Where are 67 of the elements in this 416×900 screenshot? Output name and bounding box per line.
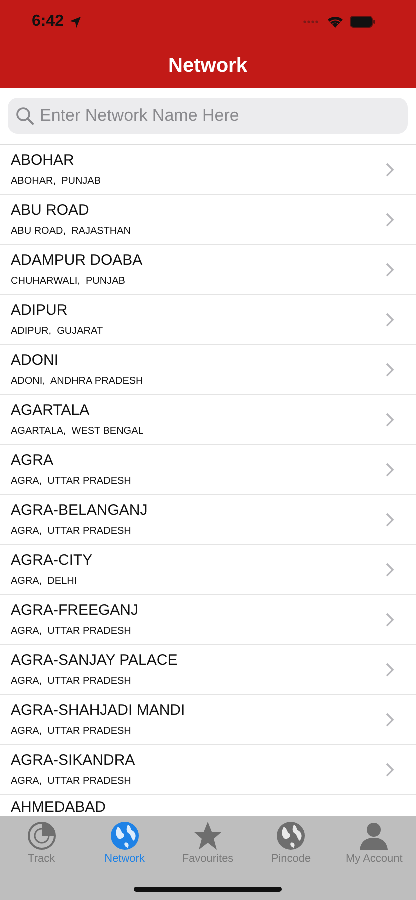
search-icon — [16, 107, 34, 125]
network-location: AGRA, UTTAR PRADESH — [11, 526, 132, 537]
network-name: ADIPUR — [11, 302, 69, 319]
location-arrow-icon — [70, 16, 82, 28]
network-row[interactable]: ABU ROAD ABU ROAD, RAJASTHAN — [0, 195, 416, 245]
network-name: AGRA-CITY — [11, 552, 94, 569]
network-name: AHMEDABAD — [11, 799, 108, 816]
chevron-icon — [386, 212, 394, 226]
network-row[interactable]: AGRA-SIKANDRA AGRA, UTTAR PRADESH — [0, 745, 416, 795]
radar-icon — [26, 821, 57, 851]
network-location: AGRA, DELHI — [11, 576, 78, 587]
network-name: ADAMPUR DOABA — [11, 252, 144, 269]
network-row[interactable]: AGRA-FREEGANJ AGRA, UTTAR PRADESH — [0, 595, 416, 645]
network-location: AGRA, UTTAR PRADESH — [11, 476, 132, 487]
chevron-icon — [386, 712, 394, 726]
globe-icon — [276, 821, 306, 851]
network-location: AGRA, UTTAR PRADESH — [11, 726, 132, 737]
network-name: ABOHAR — [11, 152, 76, 169]
chevron-icon — [386, 362, 394, 376]
star-icon — [193, 821, 223, 851]
chevron-icon — [386, 162, 394, 176]
search-field[interactable]: Enter Network Name Here — [8, 98, 408, 134]
network-row[interactable]: ADIPUR ADIPUR, GUJARAT — [0, 295, 416, 345]
network-name: ADONI — [11, 352, 60, 369]
status-time: 6:42 — [32, 13, 64, 31]
network-location: AGARTALA, WEST BENGAL — [11, 426, 145, 437]
network-location: ADIPUR, GUJARAT — [11, 326, 104, 337]
chevron-icon — [386, 262, 394, 276]
person-icon — [359, 821, 390, 851]
network-location: AGRA, UTTAR PRADESH — [11, 776, 132, 787]
network-name: AGRA-SHAHJADI MANDI — [11, 702, 186, 719]
network-row[interactable]: ABOHAR ABOHAR, PUNJAB — [0, 145, 416, 195]
network-row[interactable]: AGRA-BELANGANJ AGRA, UTTAR PRADESH — [0, 495, 416, 545]
network-name: AGRA-FREEGANJ — [11, 602, 140, 619]
chevron-icon — [386, 512, 394, 526]
chevron-icon — [386, 562, 394, 576]
network-row[interactable]: AHMEDABAD — [0, 795, 416, 816]
chevron-icon — [386, 312, 394, 326]
battery-icon — [350, 16, 376, 28]
network-location: ABU ROAD, RAJASTHAN — [11, 226, 132, 237]
nav-title: Network — [168, 54, 248, 78]
signal-icon — [303, 20, 321, 24]
network-name: AGRA-BELANGANJ — [11, 502, 149, 519]
network-row[interactable]: AGRA-SANJAY PALACE AGRA, UTTAR PRADESH — [0, 645, 416, 695]
network-row[interactable]: AGRA-CITY AGRA, DELHI — [0, 545, 416, 595]
network-name: AGARTALA — [11, 402, 91, 419]
network-row[interactable]: AGARTALA AGARTALA, WEST BENGAL — [0, 395, 416, 445]
network-location: AGRA, UTTAR PRADESH — [11, 626, 132, 637]
network-location: ABOHAR, PUNJAB — [11, 176, 102, 187]
chevron-icon — [386, 612, 394, 626]
network-row[interactable]: AGRA AGRA, UTTAR PRADESH — [0, 445, 416, 495]
network-location: CHUHARWALI, PUNJAB — [11, 276, 126, 287]
network-name: AGRA-SIKANDRA — [11, 752, 136, 769]
chevron-icon — [386, 412, 394, 426]
network-location: AGRA, UTTAR PRADESH — [11, 676, 132, 687]
network-name: AGRA — [11, 452, 55, 469]
chevron-icon — [386, 462, 394, 476]
network-row[interactable]: ADAMPUR DOABA CHUHARWALI, PUNJAB — [0, 245, 416, 295]
chevron-icon — [386, 762, 394, 776]
network-name: AGRA-SANJAY PALACE — [11, 652, 179, 669]
network-row[interactable]: ADONI ADONI, ANDHRA PRADESH — [0, 345, 416, 395]
globe-icon — [110, 821, 140, 851]
wifi-icon — [327, 16, 344, 28]
network-location: ADONI, ANDHRA PRADESH — [11, 376, 144, 387]
network-row[interactable]: AGRA-SHAHJADI MANDI AGRA, UTTAR PRADESH — [0, 695, 416, 745]
chevron-icon — [386, 662, 394, 676]
network-name: ABU ROAD — [11, 202, 90, 219]
